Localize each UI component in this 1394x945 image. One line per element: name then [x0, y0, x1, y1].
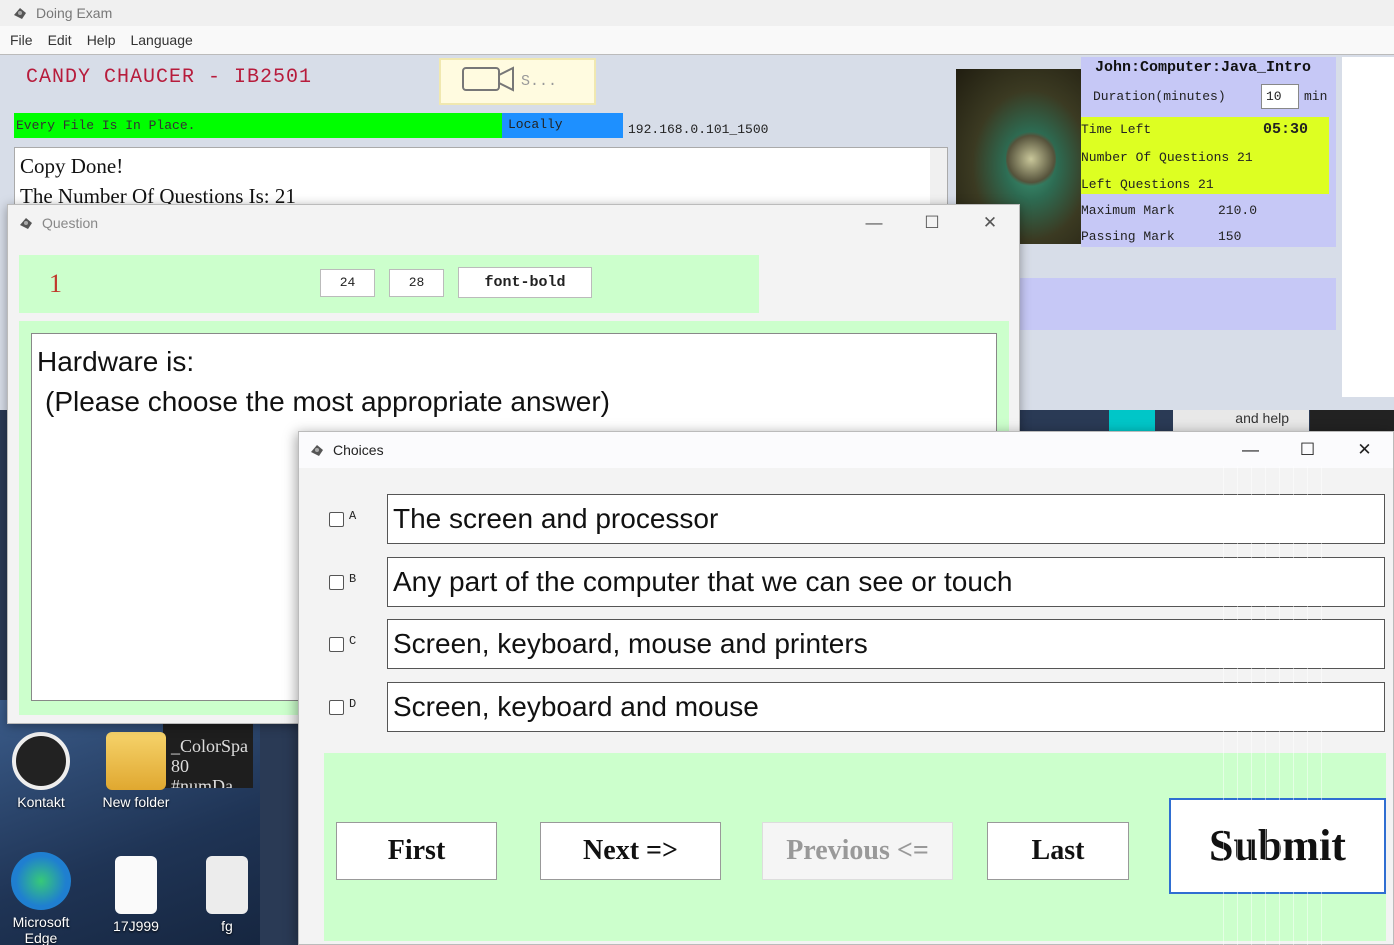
close-icon[interactable]: ✕ [961, 205, 1019, 241]
log-line: Copy Done! [20, 154, 124, 178]
font-bold-button[interactable]: font-bold [458, 267, 592, 298]
choice-row-b: B Any part of the computer that we can s… [299, 557, 1394, 609]
max-mark-value: 210.0 [1218, 203, 1258, 218]
time-left-value: 05:30 [1263, 121, 1309, 138]
background-strip: and help [1019, 410, 1394, 432]
passing-mark-label: Passing Mark [1081, 229, 1175, 244]
font-size-24-button[interactable]: 24 [320, 269, 375, 297]
server-address: 192.168.0.101_1500 [628, 122, 769, 137]
choice-text: Screen, keyboard and mouse [387, 682, 1385, 732]
maximize-icon[interactable]: ☐ [1279, 432, 1336, 468]
first-button[interactable]: First [336, 822, 497, 880]
folder-icon [106, 732, 166, 790]
question-number: 1 [49, 269, 62, 298]
desktop-icon-fg[interactable]: fg [192, 856, 262, 934]
choice-label: C [349, 634, 357, 648]
question-toolbar: 1 24 28 font-bold [19, 255, 759, 313]
exam-name: John:Computer:Java_Intro [1095, 59, 1312, 76]
info-panel-empty [1019, 278, 1336, 330]
choices-window: Choices — ☐ ✕ A The screen and processor… [298, 431, 1394, 945]
choice-row-a: A The screen and processor [299, 494, 1394, 546]
app-icon [18, 215, 34, 231]
desktop-text-fragment: _ColorSpa 80 #numDa [163, 716, 253, 788]
duration-input[interactable]: 10 [1261, 84, 1299, 109]
candidate-name: CANDY CHAUCER - IB2501 [26, 66, 313, 89]
duration-label: Duration(minutes) [1093, 89, 1226, 104]
next-button[interactable]: Next => [540, 822, 721, 880]
edge-icon [11, 852, 71, 910]
menu-language[interactable]: Language [130, 32, 192, 48]
choice-checkbox-c[interactable] [329, 637, 344, 652]
choices-window-title: Choices [333, 442, 384, 458]
left-questions: Left Questions 21 [1081, 177, 1214, 192]
minimize-icon[interactable]: — [1222, 432, 1279, 468]
exam-info-panel: John:Computer:Java_Intro Duration(minute… [1081, 57, 1336, 247]
mode-indicator: Locally [502, 113, 623, 138]
choice-checkbox-b[interactable] [329, 575, 344, 590]
question-titlebar: Question — ☐ ✕ [8, 205, 1019, 241]
desktop-icon-kontakt[interactable]: Kontakt [1, 732, 81, 810]
choice-text: The screen and processor [387, 494, 1385, 544]
background-text: and help [1173, 410, 1309, 432]
choice-row-d: D Screen, keyboard and mouse [299, 682, 1394, 734]
side-panel [1342, 57, 1394, 397]
log-scrollbar[interactable] [930, 148, 947, 206]
choice-label: D [349, 697, 357, 711]
menu-file[interactable]: File [10, 32, 33, 48]
choice-checkbox-d[interactable] [329, 700, 344, 715]
minimize-icon[interactable]: — [845, 205, 903, 241]
choice-label: B [349, 572, 357, 586]
status-bar: Every File Is In Place. [14, 113, 502, 138]
choices-titlebar: Choices — ☐ ✕ [299, 432, 1393, 468]
choice-text: Any part of the computer that we can see… [387, 557, 1385, 607]
submit-button[interactable]: Submit [1169, 798, 1386, 894]
maximize-icon[interactable]: ☐ [903, 205, 961, 241]
previous-button[interactable]: Previous <= [762, 822, 953, 880]
kontakt-icon [12, 732, 70, 790]
file-icon [115, 856, 157, 914]
time-left-label: Time Left [1081, 122, 1152, 137]
main-window-title: Doing Exam [36, 5, 113, 21]
menu-edit[interactable]: Edit [48, 32, 72, 48]
choice-label: A [349, 509, 357, 523]
passing-mark-value: 150 [1218, 229, 1242, 244]
desktop-icon-edge[interactable]: Microsoft Edge [1, 852, 81, 945]
app-icon [12, 5, 28, 21]
timer-panel: Time Left 05:30 Number Of Questions 21 L… [1081, 117, 1329, 194]
menu-help[interactable]: Help [87, 32, 116, 48]
choice-text: Screen, keyboard, mouse and printers [387, 619, 1385, 669]
choice-checkbox-a[interactable] [329, 512, 344, 527]
camera-button[interactable]: S... [439, 58, 596, 105]
navigation-panel: First Next => Previous <= Last Submit [324, 753, 1386, 941]
settings-file-icon [206, 856, 248, 914]
close-icon[interactable]: ✕ [1336, 432, 1393, 468]
app-icon [309, 442, 325, 458]
desktop-icon-new-folder[interactable]: New folder [96, 732, 176, 810]
log-textarea[interactable]: Copy Done! The Number Of Questions Is: 2… [14, 147, 948, 207]
number-of-questions: Number Of Questions 21 [1081, 150, 1253, 165]
max-mark-label: Maximum Mark [1081, 203, 1175, 218]
desktop-icon-17j999[interactable]: 17J999 [96, 856, 176, 934]
duration-unit: min [1304, 89, 1328, 104]
camera-label: S... [521, 73, 558, 90]
main-titlebar: Doing Exam [0, 0, 1394, 26]
question-line: (Please choose the most appropriate answ… [45, 386, 610, 417]
question-window-title: Question [42, 215, 99, 231]
video-camera-icon [461, 64, 517, 99]
last-button[interactable]: Last [987, 822, 1129, 880]
question-line: Hardware is: [37, 346, 195, 377]
menubar: File Edit Help Language [0, 26, 1394, 55]
choice-row-c: C Screen, keyboard, mouse and printers [299, 619, 1394, 671]
font-size-28-button[interactable]: 28 [389, 269, 444, 297]
